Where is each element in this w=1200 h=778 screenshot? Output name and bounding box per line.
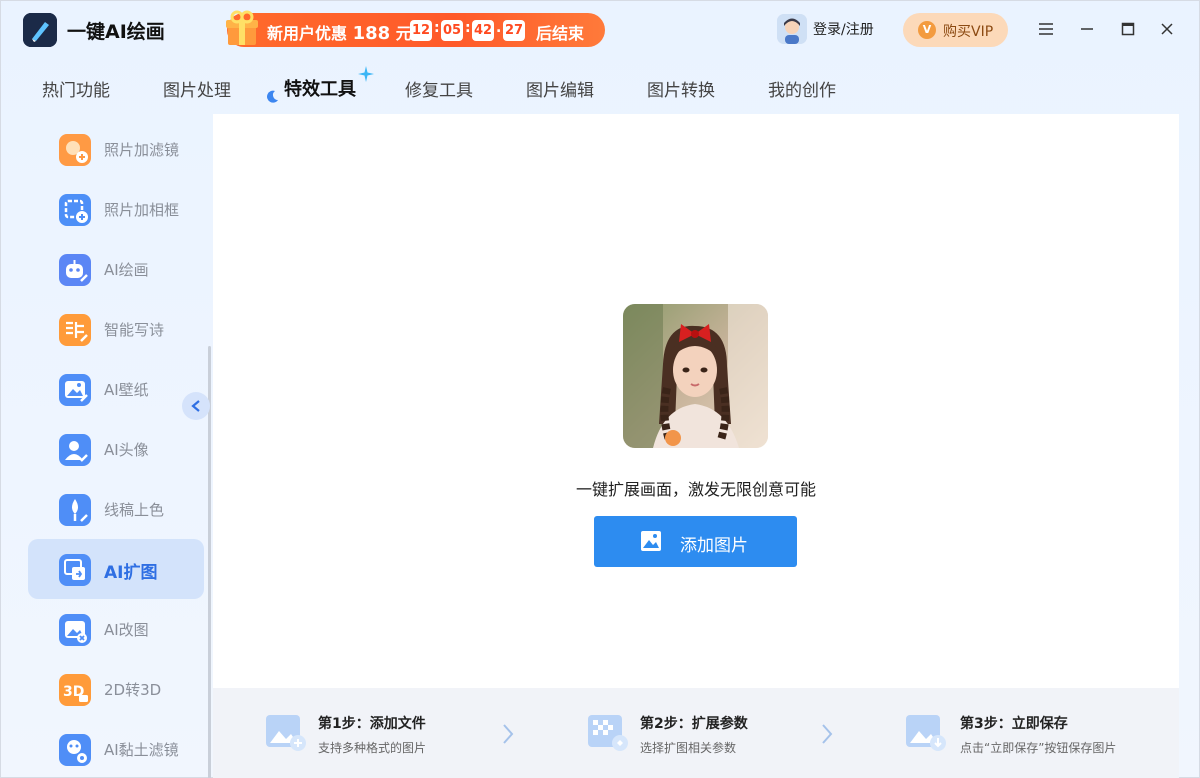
- steps-bar: 第1步：添加文件 支持多种格式的图片 第2步：扩展参数 选择扩图相关参数 第3步…: [213, 688, 1179, 778]
- close-icon: [1161, 23, 1173, 35]
- save-file-icon: [906, 715, 946, 751]
- buy-vip-label: 购买VIP: [943, 24, 994, 40]
- main-panel: 一键扩展画面，激发无限创意可能 添加图片: [213, 114, 1179, 688]
- promo-amount: 188: [352, 23, 391, 44]
- maximize-icon: [1121, 22, 1135, 36]
- expand-image-icon: [59, 554, 91, 586]
- sidebar-item-label: 线稿上色: [104, 501, 165, 519]
- tab-repair-tools[interactable]: 修复工具: [405, 76, 473, 101]
- collapse-sidebar-button[interactable]: [182, 392, 210, 420]
- sidebar-item-label: 照片加相框: [104, 201, 180, 219]
- moon-decoration-icon: [267, 90, 278, 103]
- tab-hot-features[interactable]: 热门功能: [42, 76, 110, 101]
- sidebar-item-photo-filter[interactable]: 照片加滤镜: [28, 119, 204, 179]
- sidebar-item-smart-poem[interactable]: 智能写诗: [28, 299, 204, 359]
- step-desc: 点击“立即保存”按钮保存图片: [960, 741, 1117, 755]
- sidebar-item-ai-avatar[interactable]: AI头像: [28, 419, 204, 479]
- sidebar: 照片加滤镜 照片加相框 AI绘画 智能写诗 AI壁纸 AI头像 线稿上色 AI扩…: [1, 114, 211, 778]
- app-title: 一键AI绘画: [67, 21, 165, 43]
- countdown-separator: :: [434, 20, 440, 36]
- sketch-color-icon: [59, 494, 91, 526]
- close-button[interactable]: [1152, 15, 1182, 43]
- main-tabs: 热门功能 图片处理 特效工具 修复工具 图片编辑 图片转换 我的创作: [1, 61, 1200, 111]
- tab-image-conversion[interactable]: 图片转换: [647, 76, 715, 101]
- sidebar-item-label: AI黏土滤镜: [104, 741, 179, 759]
- sidebar-item-label: AI壁纸: [104, 381, 149, 399]
- clay-filter-icon: [59, 734, 91, 766]
- sidebar-item-clay-filter[interactable]: AI黏土滤镜: [28, 719, 204, 778]
- sidebar-item-sketch-color[interactable]: 线稿上色: [28, 479, 204, 539]
- app-logo-icon: [23, 13, 57, 47]
- minimize-button[interactable]: [1072, 15, 1102, 43]
- user-avatar[interactable]: [777, 14, 807, 44]
- promo-banner[interactable]: 新用户优惠 188 元 12 : 05 : 42 . 27 后结束: [226, 10, 605, 47]
- expand-params-icon: [588, 715, 628, 751]
- countdown-seconds: 42: [472, 20, 494, 41]
- add-file-icon: [266, 715, 306, 751]
- feature-tagline: 一键扩展画面，激发无限创意可能: [575, 480, 816, 499]
- chevron-left-icon: [191, 400, 200, 412]
- sample-image: [623, 304, 768, 448]
- sidebar-item-label: AI改图: [104, 621, 149, 639]
- sidebar-item-2d-to-3d[interactable]: 3D 2D转3D: [28, 659, 204, 719]
- promo-text: 新用户优惠 188 元: [267, 20, 412, 44]
- step-desc: 支持多种格式的图片: [318, 741, 427, 755]
- poem-icon: [59, 314, 91, 346]
- step-title: 第3步：立即保存: [960, 716, 1068, 732]
- countdown-separator: :: [465, 20, 471, 36]
- buy-vip-button[interactable]: V 购买VIP: [903, 13, 1008, 47]
- robot-icon: [59, 254, 91, 286]
- sidebar-item-ai-wallpaper[interactable]: AI壁纸: [28, 359, 204, 419]
- sidebar-item-ai-expand[interactable]: AI扩图: [28, 539, 204, 599]
- tab-image-processing[interactable]: 图片处理: [163, 76, 231, 101]
- tab-effects-tools[interactable]: 特效工具: [284, 75, 356, 101]
- modify-image-icon: [59, 614, 91, 646]
- promo-suffix: 后结束: [536, 24, 585, 43]
- app-window: 一键AI绘画 新用户优惠 188 元 12 : 05 : 42 . 27 后结束: [0, 0, 1200, 778]
- photo-frame-icon: [59, 194, 91, 226]
- sidebar-item-label: AI扩图: [104, 563, 158, 583]
- chevron-right-icon: [503, 724, 514, 744]
- step-title: 第1步：添加文件: [318, 716, 426, 732]
- 2d-to-3d-icon: 3D: [59, 674, 91, 706]
- gift-icon: [226, 10, 258, 45]
- countdown-centiseconds: 27: [503, 20, 525, 41]
- add-image-label: 添加图片: [680, 536, 748, 556]
- sidebar-item-label: AI绘画: [104, 261, 149, 279]
- chevron-right-icon: [822, 724, 833, 744]
- countdown-separator: .: [496, 20, 502, 36]
- countdown-hours: 12: [410, 20, 432, 41]
- hamburger-icon: [1039, 23, 1053, 35]
- tab-my-creations[interactable]: 我的创作: [768, 76, 836, 101]
- sparkle-icon: [358, 66, 374, 82]
- sidebar-item-ai-modify[interactable]: AI改图: [28, 599, 204, 659]
- wallpaper-icon: [59, 374, 91, 406]
- sidebar-item-label: 2D转3D: [104, 681, 162, 699]
- sidebar-item-label: 照片加滤镜: [104, 141, 180, 159]
- add-image-button[interactable]: 添加图片: [594, 516, 797, 567]
- step-title: 第2步：扩展参数: [640, 716, 748, 732]
- maximize-button[interactable]: [1113, 15, 1143, 43]
- avatar-icon: [59, 434, 91, 466]
- photo-filter-icon: [59, 134, 91, 166]
- login-register-link[interactable]: 登录/注册: [813, 19, 874, 39]
- countdown-minutes: 05: [441, 20, 463, 41]
- sidebar-item-label: 智能写诗: [104, 321, 165, 339]
- vip-icon: V: [918, 21, 936, 39]
- menu-button[interactable]: [1031, 15, 1061, 43]
- title-bar: 一键AI绘画 新用户优惠 188 元 12 : 05 : 42 . 27 后结束: [1, 1, 1200, 58]
- sidebar-item-photo-frame[interactable]: 照片加相框: [28, 179, 204, 239]
- tab-image-editing[interactable]: 图片编辑: [526, 76, 594, 101]
- step-desc: 选择扩图相关参数: [640, 741, 737, 755]
- sidebar-item-label: AI头像: [104, 441, 149, 459]
- sidebar-item-ai-painting[interactable]: AI绘画: [28, 239, 204, 299]
- promo-prefix: 新用户优惠: [267, 24, 348, 43]
- image-icon: [641, 531, 661, 551]
- minimize-icon: [1081, 28, 1093, 30]
